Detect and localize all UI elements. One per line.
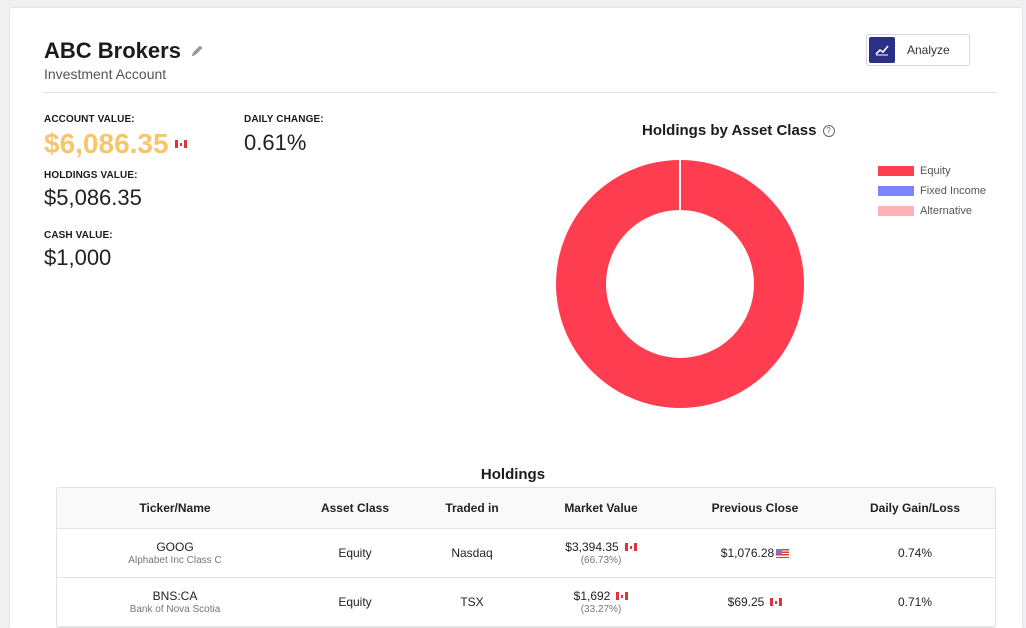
- account-card: ABC Brokers Investment Account Analyze A…: [10, 8, 1022, 628]
- ticker-name: Bank of Nova Scotia: [129, 604, 221, 615]
- ticker-cell: BNS:CA Bank of Nova Scotia: [57, 589, 293, 615]
- column-header[interactable]: Ticker/Name: [57, 501, 293, 515]
- traded-in-cell: TSX: [460, 595, 484, 609]
- cash-value: $1,000: [44, 245, 112, 270]
- column-header[interactable]: Market Value: [527, 501, 675, 515]
- legend-swatch: [878, 166, 914, 176]
- canada-flag-icon: [616, 592, 629, 600]
- legend-item[interactable]: Equity: [878, 161, 986, 181]
- legend-label: Alternative: [920, 205, 972, 217]
- account-subtitle: Investment Account: [44, 66, 167, 82]
- asset-class-donut-chart: [556, 159, 804, 408]
- ticker-symbol: BNS:CA: [152, 589, 198, 603]
- account-value-row: $6,086.35: [44, 128, 187, 160]
- daily-change-label: DAILY CHANGE:: [244, 114, 324, 125]
- traded-in-cell: Nasdaq: [451, 546, 493, 560]
- chart-title-text: Holdings by Asset Class: [642, 122, 817, 139]
- analyze-button[interactable]: Analyze: [866, 34, 970, 66]
- chart-title: Holdings by Asset Class ?: [642, 122, 835, 139]
- account-title: ABC Brokers: [44, 38, 181, 63]
- canada-flag-icon: [770, 598, 783, 606]
- previous-close-cell: $1,076.28: [675, 546, 835, 560]
- market-value-cell: $1,692 (33.27%): [527, 589, 675, 615]
- market-value: $3,394.35: [565, 540, 619, 554]
- ticker-symbol: GOOG: [156, 540, 194, 554]
- previous-close: $69.25: [727, 595, 765, 609]
- holdings-value-label: HOLDINGS VALUE:: [44, 170, 138, 181]
- account-title-row: ABC Brokers: [44, 38, 205, 64]
- holdings-table: Ticker/Name Asset Class Traded in Market…: [56, 487, 996, 628]
- legend-swatch: [878, 186, 914, 196]
- help-icon[interactable]: ?: [822, 124, 835, 137]
- chart-legend: Equity Fixed Income Alternative: [878, 161, 986, 221]
- legend-swatch: [878, 206, 914, 216]
- cash-value-label: CASH VALUE:: [44, 230, 113, 241]
- column-header[interactable]: Daily Gain/Loss: [835, 501, 995, 515]
- market-value-percent: (66.73%): [580, 555, 622, 566]
- daily-gain-cell: 0.74%: [897, 546, 933, 560]
- daily-gain-cell: 0.71%: [897, 595, 933, 609]
- canada-flag-icon: [174, 140, 187, 148]
- legend-item[interactable]: Fixed Income: [878, 181, 986, 201]
- pencil-icon[interactable]: [189, 43, 205, 59]
- holdings-value: $5,086.35: [44, 185, 142, 210]
- legend-label: Equity: [920, 165, 951, 177]
- table-row[interactable]: GOOG Alphabet Inc Class C Equity Nasdaq …: [57, 529, 995, 578]
- account-value-label: ACCOUNT VALUE:: [44, 114, 135, 125]
- column-header[interactable]: Previous Close: [675, 501, 835, 515]
- table-header: Ticker/Name Asset Class Traded in Market…: [57, 488, 995, 529]
- previous-close: $1,076.28: [720, 546, 775, 560]
- market-value-percent: (33.27%): [580, 604, 622, 615]
- market-value: $1,692: [573, 589, 611, 603]
- header-divider: [44, 92, 998, 93]
- market-value-cell: $3,394.35 (66.73%): [527, 540, 675, 566]
- daily-change-value: 0.61%: [244, 130, 307, 155]
- account-value: $6,086.35: [44, 128, 169, 159]
- column-header[interactable]: Traded in: [417, 501, 527, 515]
- asset-class-cell: Equity: [338, 546, 372, 560]
- canada-flag-icon: [624, 543, 637, 551]
- table-row[interactable]: BNS:CA Bank of Nova Scotia Equity TSX $1…: [57, 578, 995, 627]
- analyze-label: Analyze: [907, 43, 950, 57]
- column-header[interactable]: Asset Class: [293, 501, 417, 515]
- legend-item[interactable]: Alternative: [878, 201, 986, 221]
- usa-flag-icon: [776, 549, 790, 559]
- donut-slice-equity[interactable]: [556, 160, 804, 408]
- ticker-cell: GOOG Alphabet Inc Class C: [57, 540, 293, 566]
- ticker-name: Alphabet Inc Class C: [128, 555, 222, 566]
- previous-close-cell: $69.25: [675, 595, 835, 609]
- holdings-title: Holdings: [480, 466, 546, 483]
- legend-label: Fixed Income: [920, 185, 987, 197]
- line-chart-icon: [869, 37, 895, 63]
- asset-class-cell: Equity: [338, 595, 372, 609]
